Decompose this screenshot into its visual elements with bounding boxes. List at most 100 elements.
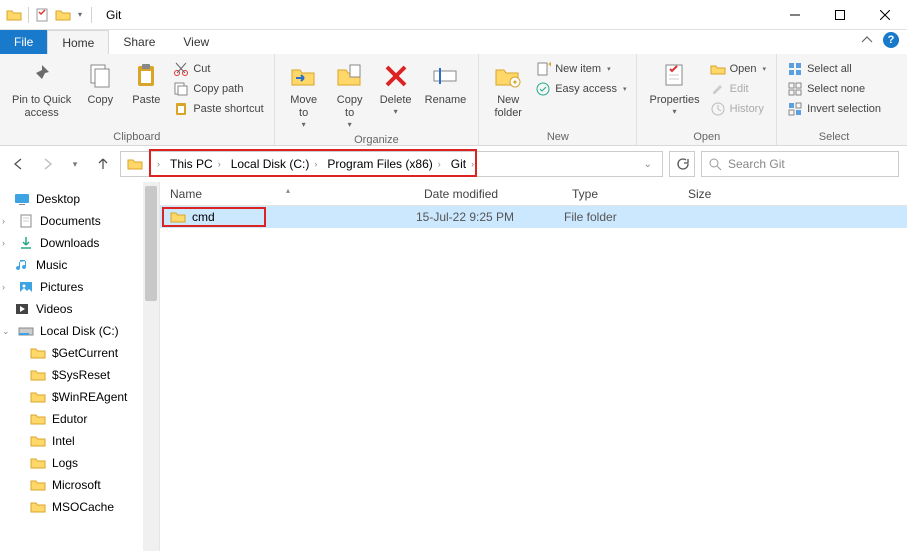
close-button[interactable] <box>862 0 907 30</box>
tree-scrollbar[interactable] <box>143 182 159 551</box>
forward-button[interactable] <box>36 153 58 175</box>
move-to-icon <box>288 60 320 92</box>
address-bar[interactable]: › This PC› Local Disk (C:)› Program File… <box>120 151 663 177</box>
tree-subfolder[interactable]: Edutor <box>0 408 159 430</box>
header-size[interactable]: Size <box>680 187 760 201</box>
chevron-right-icon[interactable]: › <box>2 216 12 226</box>
copy-icon <box>84 60 116 92</box>
folder-icon <box>30 455 46 471</box>
tree-subfolder[interactable]: Logs <box>0 452 159 474</box>
tree-desktop[interactable]: Desktop <box>0 188 159 210</box>
crumb-git[interactable]: Git› <box>446 157 479 171</box>
copy-to-icon <box>334 60 366 92</box>
open-button[interactable]: Open ▾ <box>708 60 768 78</box>
history-button[interactable]: History <box>708 100 768 118</box>
main-area: Desktop › Documents › Downloads Music › … <box>0 182 907 551</box>
edit-button[interactable]: Edit <box>708 80 768 98</box>
delete-button[interactable]: Delete ▾ <box>375 58 417 119</box>
crumb-sep-root[interactable]: › <box>147 159 165 169</box>
chevron-down-icon: ▾ <box>394 107 398 117</box>
download-icon <box>18 235 34 251</box>
tree-subfolder[interactable]: $WinREAgent <box>0 386 159 408</box>
history-icon <box>710 101 726 117</box>
tab-file[interactable]: File <box>0 30 47 54</box>
tree-subfolder[interactable]: Intel <box>0 430 159 452</box>
file-date: 15-Jul-22 9:25 PM <box>416 210 564 224</box>
crumb-programfiles[interactable]: Program Files (x86)› <box>322 157 445 171</box>
header-name[interactable]: Name ▴ <box>160 187 416 201</box>
tree-documents[interactable]: › Documents <box>0 210 159 232</box>
header-date[interactable]: Date modified <box>416 187 564 201</box>
properties-button[interactable]: Properties ▾ <box>645 58 703 119</box>
chevron-down-icon: ▾ <box>302 120 306 130</box>
copy-button[interactable]: Copy <box>79 58 121 109</box>
music-icon <box>14 257 30 273</box>
folder-icon <box>30 411 46 427</box>
tree-localdisk[interactable]: ⌄ Local Disk (C:) <box>0 320 159 342</box>
pin-icon <box>26 60 58 92</box>
qat-properties-icon[interactable] <box>35 7 51 23</box>
navigation-tree[interactable]: Desktop › Documents › Downloads Music › … <box>0 182 160 551</box>
help-icon[interactable]: ? <box>883 32 899 48</box>
group-select: Select all Select none Invert selection … <box>777 54 891 145</box>
tree-pictures[interactable]: › Pictures <box>0 276 159 298</box>
document-icon <box>18 213 34 229</box>
chevron-down-icon[interactable]: ⌄ <box>2 326 12 337</box>
qat-dropdown-icon[interactable]: ▾ <box>75 10 85 19</box>
crumb-localdisk[interactable]: Local Disk (C:)› <box>226 157 323 171</box>
up-button[interactable] <box>92 153 114 175</box>
folder-icon <box>30 499 46 515</box>
crumb-thispc[interactable]: This PC› <box>165 157 226 171</box>
paste-button[interactable]: Paste <box>125 58 167 109</box>
title-bar: ▾ Git <box>0 0 907 30</box>
navigation-bar: ▾ › This PC› Local Disk (C:)› Program Fi… <box>0 146 907 182</box>
back-button[interactable] <box>8 153 30 175</box>
tree-subfolder[interactable]: $SysReset <box>0 364 159 386</box>
qat-newfolder-icon[interactable] <box>55 7 71 23</box>
qat-folder-icon[interactable] <box>6 7 22 23</box>
refresh-button[interactable] <box>669 151 695 177</box>
address-dropdown[interactable]: ⌄ <box>636 159 660 170</box>
recent-dropdown[interactable]: ▾ <box>64 153 86 175</box>
paste-shortcut-button[interactable]: Paste shortcut <box>171 100 265 118</box>
move-to-button[interactable]: Move to ▾ <box>283 58 325 132</box>
ribbon: Pin to Quick access Copy Paste <box>0 54 907 146</box>
cut-button[interactable]: Cut <box>171 60 265 78</box>
tab-home[interactable]: Home <box>47 30 109 54</box>
group-organize: Move to ▾ Copy to ▾ Delete ▾ <box>275 54 480 145</box>
tree-subfolder[interactable]: Microsoft <box>0 474 159 496</box>
tree-subfolder[interactable]: $GetCurrent <box>0 342 159 364</box>
header-type[interactable]: Type <box>564 187 680 201</box>
select-all-button[interactable]: Select all <box>785 60 883 78</box>
tree-downloads[interactable]: › Downloads <box>0 232 159 254</box>
maximize-button[interactable] <box>817 0 862 30</box>
chevron-right-icon[interactable]: › <box>2 238 12 248</box>
tree-subfolder[interactable]: MSOCache <box>0 496 159 518</box>
new-folder-button[interactable]: ✦ New folder <box>487 58 529 122</box>
easy-access-button[interactable]: Easy access ▾ <box>533 80 628 98</box>
file-row[interactable]: cmd 15-Jul-22 9:25 PM File folder <box>160 206 907 228</box>
invert-selection-icon <box>787 101 803 117</box>
tab-view[interactable]: View <box>169 30 223 54</box>
select-none-button[interactable]: Select none <box>785 80 883 98</box>
rename-icon <box>429 60 461 92</box>
scrollbar-thumb[interactable] <box>145 186 157 301</box>
copy-path-button[interactable]: Copy path <box>171 80 265 98</box>
search-input[interactable]: Search Git <box>701 151 899 177</box>
tree-videos[interactable]: Videos <box>0 298 159 320</box>
properties-icon <box>659 60 691 92</box>
videos-icon <box>14 301 30 317</box>
invert-selection-button[interactable]: Invert selection <box>785 100 883 118</box>
chevron-down-icon: ▾ <box>348 120 352 130</box>
chevron-right-icon[interactable]: › <box>2 282 12 292</box>
pin-quick-access-button[interactable]: Pin to Quick access <box>8 58 75 122</box>
rename-button[interactable]: Rename <box>421 58 471 109</box>
collapse-ribbon-icon[interactable] <box>861 34 873 46</box>
new-item-button[interactable]: ✦ New item ▾ <box>533 60 628 78</box>
column-headers: Name ▴ Date modified Type Size <box>160 182 907 206</box>
tree-music[interactable]: Music <box>0 254 159 276</box>
minimize-button[interactable] <box>772 0 817 30</box>
tab-share[interactable]: Share <box>109 30 169 54</box>
group-clipboard: Pin to Quick access Copy Paste <box>0 54 275 145</box>
copy-to-button[interactable]: Copy to ▾ <box>329 58 371 132</box>
